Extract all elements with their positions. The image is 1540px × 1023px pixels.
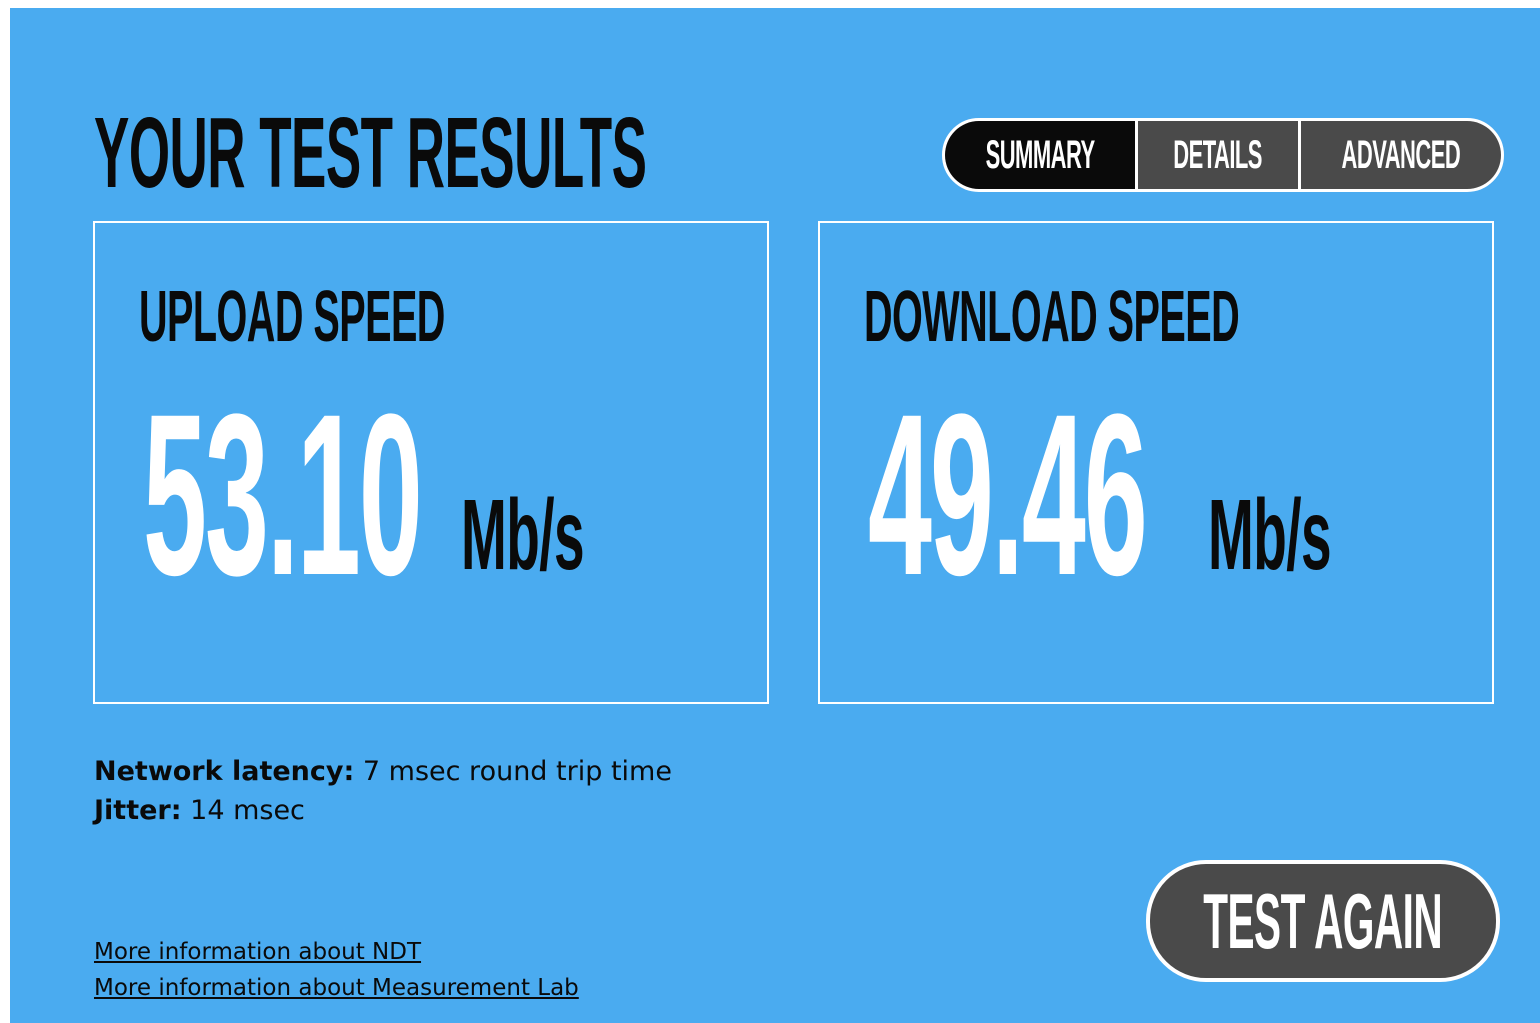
- download-speed-card: DOWNLOAD SPEED 49.46 Mb/s: [818, 221, 1494, 704]
- test-again-button[interactable]: TEST AGAIN: [1146, 860, 1500, 982]
- download-speed-title: DOWNLOAD SPEED: [864, 277, 1240, 357]
- info-links: More information about NDT More informat…: [94, 934, 579, 1006]
- tab-details-label: DETAILS: [1173, 133, 1263, 177]
- view-tabs: SUMMARY DETAILS ADVANCED: [942, 118, 1504, 192]
- upload-speed-title: UPLOAD SPEED: [139, 277, 445, 357]
- page-title: YOUR TEST RESULTS: [94, 97, 647, 209]
- latency-row: Network latency: 7 msec round trip time: [94, 752, 672, 791]
- mlab-info-link[interactable]: More information about Measurement Lab: [94, 970, 579, 1006]
- jitter-value: 14 msec: [190, 795, 305, 826]
- ndt-info-link[interactable]: More information about NDT: [94, 934, 579, 970]
- upload-speed-value: 53.10: [143, 366, 423, 623]
- upload-speed-unit: Mb/s: [461, 479, 585, 591]
- test-again-label: TEST AGAIN: [1203, 877, 1443, 965]
- results-panel: YOUR TEST RESULTS SUMMARY DETAILS ADVANC…: [10, 8, 1540, 1023]
- tab-details[interactable]: DETAILS: [1138, 121, 1298, 189]
- tab-summary[interactable]: SUMMARY: [945, 121, 1135, 189]
- tab-summary-label: SUMMARY: [985, 133, 1095, 177]
- network-stats: Network latency: 7 msec round trip time …: [94, 752, 672, 830]
- upload-speed-readout: 53.10 Mb/s: [143, 366, 743, 623]
- tab-advanced[interactable]: ADVANCED: [1301, 121, 1501, 189]
- download-speed-unit: Mb/s: [1208, 479, 1332, 591]
- jitter-row: Jitter: 14 msec: [94, 791, 672, 830]
- download-speed-value: 49.46: [868, 366, 1148, 623]
- latency-label: Network latency:: [94, 756, 355, 787]
- latency-value: 7 msec round trip time: [362, 756, 672, 787]
- upload-speed-card: UPLOAD SPEED 53.10 Mb/s: [93, 221, 769, 704]
- download-speed-readout: 49.46 Mb/s: [868, 366, 1468, 623]
- jitter-label: Jitter:: [94, 795, 182, 826]
- tab-advanced-label: ADVANCED: [1341, 133, 1461, 177]
